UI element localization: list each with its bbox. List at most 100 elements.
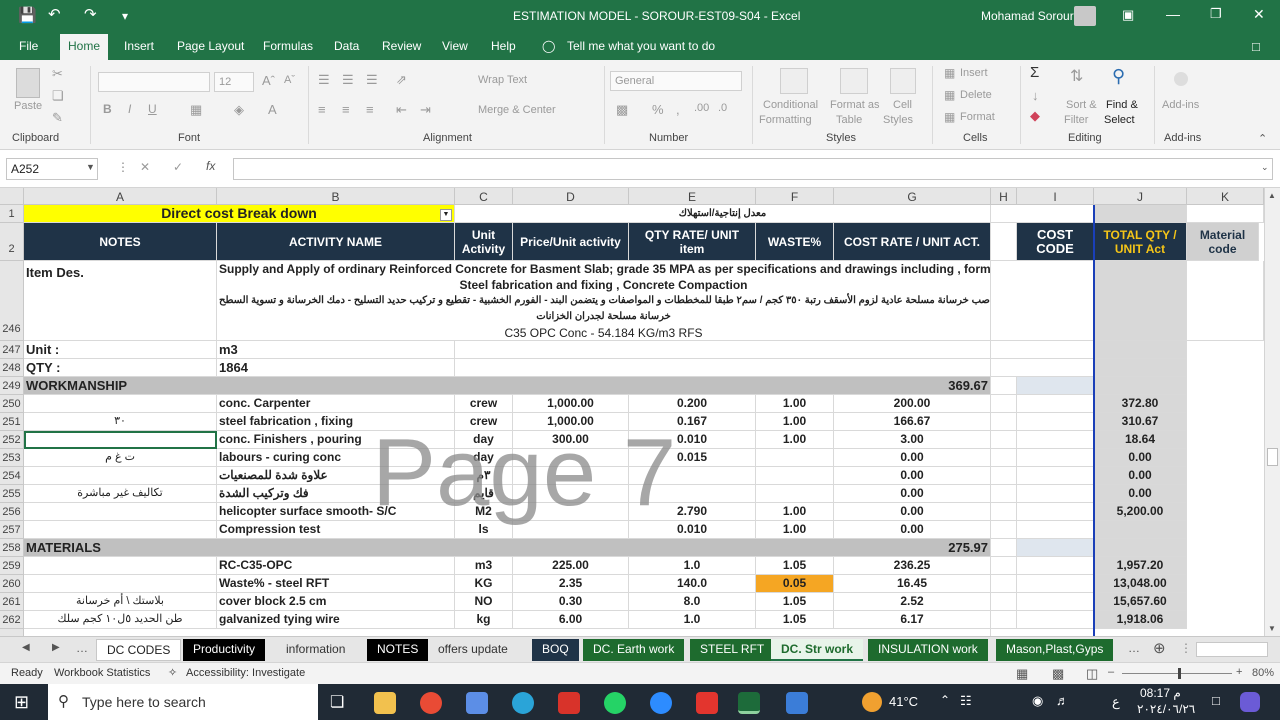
cell[interactable] [1187, 205, 1264, 223]
delete-cells-button[interactable]: Delete [960, 89, 992, 101]
qty-value[interactable]: 1864 [217, 359, 455, 377]
addins-icon[interactable] [1174, 72, 1188, 86]
row-header[interactable]: 255 [0, 485, 24, 503]
row-header[interactable]: 259 [0, 557, 24, 575]
cell-j[interactable] [1094, 521, 1187, 539]
cell[interactable] [1094, 377, 1187, 395]
decrease-decimal-icon[interactable]: .0 [718, 102, 727, 114]
cell-g[interactable]: 0.00 [834, 503, 991, 521]
cell-e[interactable]: 8.0 [629, 593, 756, 611]
weather-temperature[interactable]: 41°C [889, 694, 918, 709]
edge-icon[interactable] [512, 692, 534, 714]
name-box[interactable]: A252 [6, 158, 98, 180]
task-view-icon[interactable]: ❏ [330, 692, 344, 712]
cell-h[interactable] [991, 503, 1017, 521]
comma-style-icon[interactable]: , [676, 102, 680, 117]
zoom-slider[interactable] [1122, 673, 1232, 674]
item-description-arabic-2[interactable]: خرسانة مسلحة لجدران الخزانات [217, 309, 991, 325]
cell-d[interactable]: 6.00 [513, 611, 629, 629]
cell-f[interactable]: 1.00 [756, 395, 834, 413]
cell[interactable] [1094, 539, 1187, 557]
grow-font-icon[interactable]: Aˆ [262, 73, 275, 88]
whatsapp-icon[interactable] [604, 692, 626, 714]
cell-c[interactable]: NO [455, 593, 513, 611]
scroll-up-icon[interactable]: ▲ [1268, 191, 1276, 200]
find-select-label[interactable]: Find & [1106, 99, 1138, 111]
chrome-icon[interactable] [420, 692, 442, 714]
vertical-scrollbar[interactable]: ▲ ▼ [1264, 188, 1280, 636]
fill-icon[interactable]: ↓ [1032, 88, 1039, 103]
cell-h[interactable] [991, 395, 1017, 413]
cell[interactable] [991, 261, 1094, 341]
cell[interactable] [991, 223, 1017, 261]
cell-g[interactable]: 0.00 [834, 449, 991, 467]
cell-e[interactable] [629, 485, 756, 503]
column-header-d[interactable]: D [513, 188, 629, 205]
tab-dc-str-work[interactable]: DC. Str work [771, 639, 864, 661]
cell-j[interactable]: 372.80 [1094, 395, 1187, 413]
fill-color-icon[interactable]: ◈ [234, 102, 244, 118]
cell-e[interactable]: 0.010 [629, 431, 756, 449]
tab-insert[interactable]: Insert [124, 39, 154, 53]
customize-toolbar-icon[interactable]: ▾ [122, 9, 128, 23]
cell-a[interactable] [24, 575, 217, 593]
row-header[interactable]: 260 [0, 575, 24, 593]
cell-h[interactable] [991, 575, 1017, 593]
column-header-a[interactable]: A [24, 188, 217, 205]
tab-file[interactable]: File [19, 39, 38, 53]
tab-mason-plast-gyps[interactable]: Mason,Plast,Gyps [996, 639, 1114, 661]
cell-a[interactable]: ت غ م [24, 449, 217, 467]
cell-i[interactable] [1017, 611, 1094, 629]
tab-boq[interactable]: BOQ [532, 639, 579, 661]
paste-button[interactable]: Paste [14, 100, 42, 112]
zoom-app-icon[interactable] [650, 692, 672, 714]
cost-rate-header[interactable]: COST RATE / UNIT ACT. [834, 223, 991, 261]
cell-g[interactable]: 16.45 [834, 575, 991, 593]
cell-c[interactable]: KG [455, 575, 513, 593]
row-header[interactable]: 246 [0, 261, 24, 341]
accounting-format-icon[interactable]: ▩ [616, 102, 628, 118]
cell-f[interactable]: 0.05 [756, 575, 834, 593]
cell-d[interactable] [513, 521, 629, 539]
cell-d[interactable]: 2.35 [513, 575, 629, 593]
price-header[interactable]: Price/Unit activity [513, 223, 629, 261]
cell-i[interactable] [1017, 575, 1094, 593]
redo-icon[interactable]: ↷ [84, 5, 97, 23]
cell-i[interactable] [1017, 485, 1094, 503]
cell[interactable] [455, 341, 991, 359]
cell-h[interactable] [991, 557, 1017, 575]
align-left-icon[interactable]: ≡ [318, 102, 326, 117]
workmanship-total[interactable]: 369.67 [834, 377, 991, 395]
row-header[interactable]: 253 [0, 449, 24, 467]
wifi-icon[interactable]: ◉ [1032, 693, 1043, 709]
cell-a[interactable]: طن الحديد ٥ل١٠ كجم سلك [24, 611, 217, 629]
sort-filter-label[interactable]: Sort & [1066, 99, 1097, 111]
clock-time[interactable]: 08:17 م [1140, 686, 1181, 700]
format-cells-icon[interactable]: ▦ [944, 110, 955, 124]
cell-h[interactable] [991, 413, 1017, 431]
more-sheets-icon[interactable]: … [76, 641, 88, 655]
cut-icon[interactable]: ✂ [52, 66, 63, 82]
volume-icon[interactable]: ♬ [1056, 693, 1069, 708]
cell-c[interactable]: ls [455, 521, 513, 539]
tab-page-layout[interactable]: Page Layout [177, 39, 244, 53]
cell-a[interactable] [24, 395, 217, 413]
cell-g[interactable]: 0.00 [834, 485, 991, 503]
ribbon-display-icon[interactable]: ▣ [1122, 7, 1134, 23]
scroll-down-icon[interactable]: ▼ [1268, 624, 1276, 633]
find-select-label-2[interactable]: Select [1104, 114, 1135, 126]
cell-i[interactable] [1017, 467, 1094, 485]
cell-d[interactable]: 1,000.00 [513, 395, 629, 413]
row-header[interactable]: 258 [0, 539, 24, 557]
cell-c[interactable]: day [455, 449, 513, 467]
cell-c[interactable]: crew [455, 395, 513, 413]
row-header[interactable]: 257 [0, 521, 24, 539]
format-cells-button[interactable]: Format [960, 111, 995, 123]
cell-c[interactable]: M2 [455, 503, 513, 521]
cell-f[interactable]: 1.05 [756, 557, 834, 575]
insert-cells-icon[interactable]: ▦ [944, 66, 955, 80]
minimize-icon[interactable]: — [1166, 6, 1180, 22]
cell-b[interactable]: Waste% - steel RFT [217, 575, 455, 593]
row-header[interactable]: 2 [0, 223, 24, 261]
new-sheet-icon[interactable]: ⊕ [1153, 639, 1166, 657]
